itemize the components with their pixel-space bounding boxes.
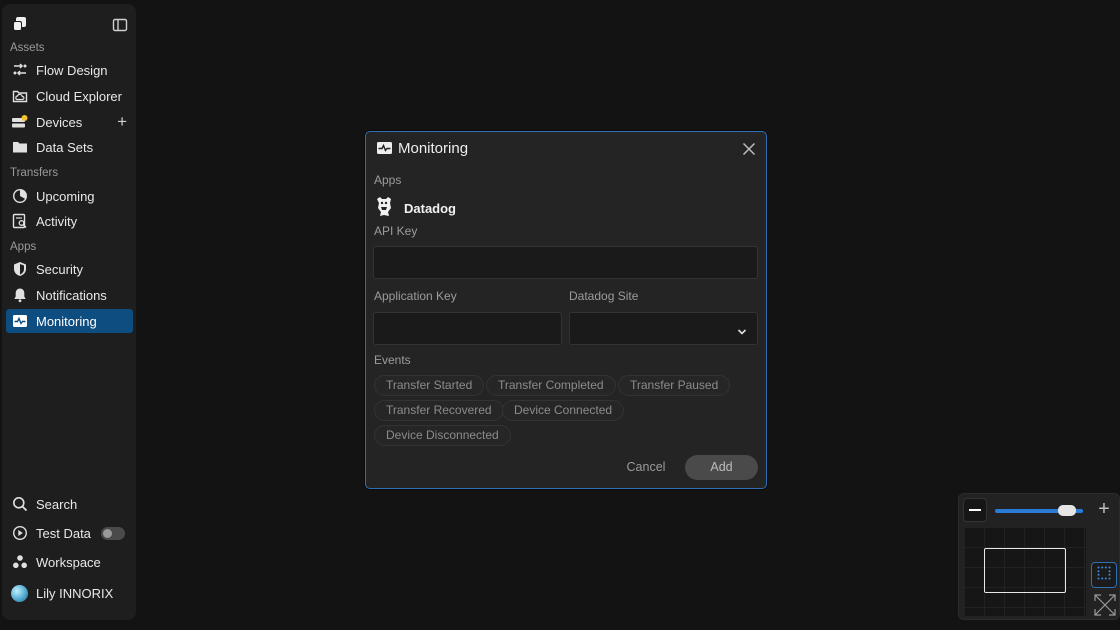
add-device-icon[interactable]: + — [117, 113, 127, 130]
section-label-assets: Assets — [10, 42, 45, 54]
sidebar-item-label: Devices — [36, 114, 83, 130]
sidebar-item-label: Workspace — [36, 554, 101, 570]
shield-icon — [11, 261, 28, 278]
api-key-label: API Key — [374, 224, 418, 238]
sidebar-item-flow-design[interactable]: Flow Design — [6, 58, 133, 82]
sidebar-item-monitoring[interactable]: Monitoring — [6, 309, 133, 333]
sidebar-item-notifications[interactable]: Notifications — [6, 283, 133, 307]
sidebar-collapse-icon[interactable] — [112, 17, 128, 33]
event-chip-transfer-completed[interactable]: Transfer Completed — [486, 375, 616, 396]
flow-icon — [11, 62, 28, 79]
minimap-canvas[interactable] — [964, 527, 1086, 616]
folder-icon — [11, 139, 28, 156]
user-name: Lily INNORIX — [36, 585, 114, 601]
sidebar: Assets Flow Design Cloud Explorer Device… — [2, 4, 136, 620]
workspace-icon — [11, 554, 28, 571]
datadog-logo-icon — [374, 195, 394, 222]
add-button[interactable]: Add — [685, 455, 758, 480]
api-key-field[interactable] — [373, 246, 758, 279]
events-label: Events — [374, 353, 411, 367]
cloud-folder-icon — [11, 88, 28, 105]
sidebar-item-upcoming[interactable]: Upcoming — [6, 184, 133, 208]
datadog-site-select[interactable] — [569, 312, 758, 345]
event-chip-transfer-started[interactable]: Transfer Started — [374, 375, 485, 396]
user-avatar-wrap — [11, 584, 28, 602]
apps-label: Apps — [374, 173, 402, 187]
sidebar-item-activity[interactable]: Activity — [6, 209, 133, 233]
zoom-out-button[interactable] — [963, 498, 987, 522]
grid-toggle-button[interactable] — [1091, 562, 1117, 588]
sidebar-item-label: Upcoming — [36, 188, 95, 204]
minimap-panel: + — [958, 493, 1120, 620]
sidebar-item-label: Activity — [36, 213, 78, 229]
zoom-slider-handle[interactable] — [1058, 505, 1076, 516]
monitor-pulse-icon — [11, 313, 28, 330]
activity-search-icon — [11, 213, 28, 230]
close-icon[interactable] — [742, 142, 756, 156]
zoom-slider[interactable] — [995, 505, 1083, 516]
event-chip-device-disconnected[interactable]: Device Disconnected — [374, 425, 511, 446]
sidebar-item-label: Notifications — [36, 287, 107, 303]
fit-view-icon[interactable] — [1093, 593, 1117, 617]
application-key-field[interactable] — [373, 312, 562, 345]
sidebar-item-data-sets[interactable]: Data Sets — [6, 135, 133, 159]
minimap-viewport[interactable] — [984, 548, 1066, 593]
devices-icon — [11, 114, 28, 131]
sidebar-item-label: Search — [36, 496, 78, 512]
sidebar-item-label: Cloud Explorer — [36, 88, 122, 104]
sidebar-item-user[interactable]: Lily INNORIX — [6, 581, 133, 605]
section-label-transfers: Transfers — [10, 167, 59, 179]
bell-icon — [11, 287, 28, 304]
search-icon — [11, 496, 28, 513]
test-data-toggle[interactable] — [101, 527, 125, 540]
dialog-title-text: Monitoring — [398, 140, 469, 157]
sidebar-item-label: Data Sets — [36, 139, 94, 155]
zoom-in-button[interactable]: + — [1095, 499, 1113, 519]
app-name: Datadog — [404, 201, 456, 216]
sidebar-item-search[interactable]: Search — [6, 492, 133, 516]
sidebar-item-devices[interactable]: Devices + — [6, 110, 133, 134]
event-chip-transfer-recovered[interactable]: Transfer Recovered — [374, 400, 504, 421]
datadog-site-label: Datadog Site — [569, 289, 639, 303]
play-circle-icon — [11, 525, 28, 542]
app-logo-icon[interactable] — [12, 16, 28, 32]
sidebar-item-security[interactable]: Security — [6, 257, 133, 281]
sidebar-item-label: Flow Design — [36, 62, 108, 78]
sidebar-item-label: Monitoring — [36, 313, 97, 329]
monitor-pulse-icon — [376, 140, 393, 157]
sidebar-item-label: Security — [36, 261, 83, 277]
sidebar-item-cloud-explorer[interactable]: Cloud Explorer — [6, 84, 133, 108]
sidebar-item-workspace[interactable]: Workspace — [6, 550, 133, 574]
dot-grid-icon — [1096, 565, 1112, 586]
event-chip-transfer-paused[interactable]: Transfer Paused — [618, 375, 731, 396]
application-key-label: Application Key — [374, 289, 457, 303]
pie-clock-icon — [11, 188, 28, 205]
monitoring-dialog: Monitoring Apps Datadog API Key Applicat… — [365, 131, 767, 489]
chevron-down-icon — [737, 325, 747, 335]
dialog-title: Monitoring — [376, 140, 468, 157]
event-chip-device-connected[interactable]: Device Connected — [502, 400, 625, 421]
cancel-button[interactable]: Cancel — [616, 454, 676, 480]
avatar — [11, 584, 28, 602]
sidebar-item-test-data[interactable]: Test Data — [6, 521, 133, 545]
section-label-apps: Apps — [10, 241, 37, 253]
sidebar-item-label: Test Data — [36, 525, 91, 541]
selected-app: Datadog — [374, 195, 456, 222]
